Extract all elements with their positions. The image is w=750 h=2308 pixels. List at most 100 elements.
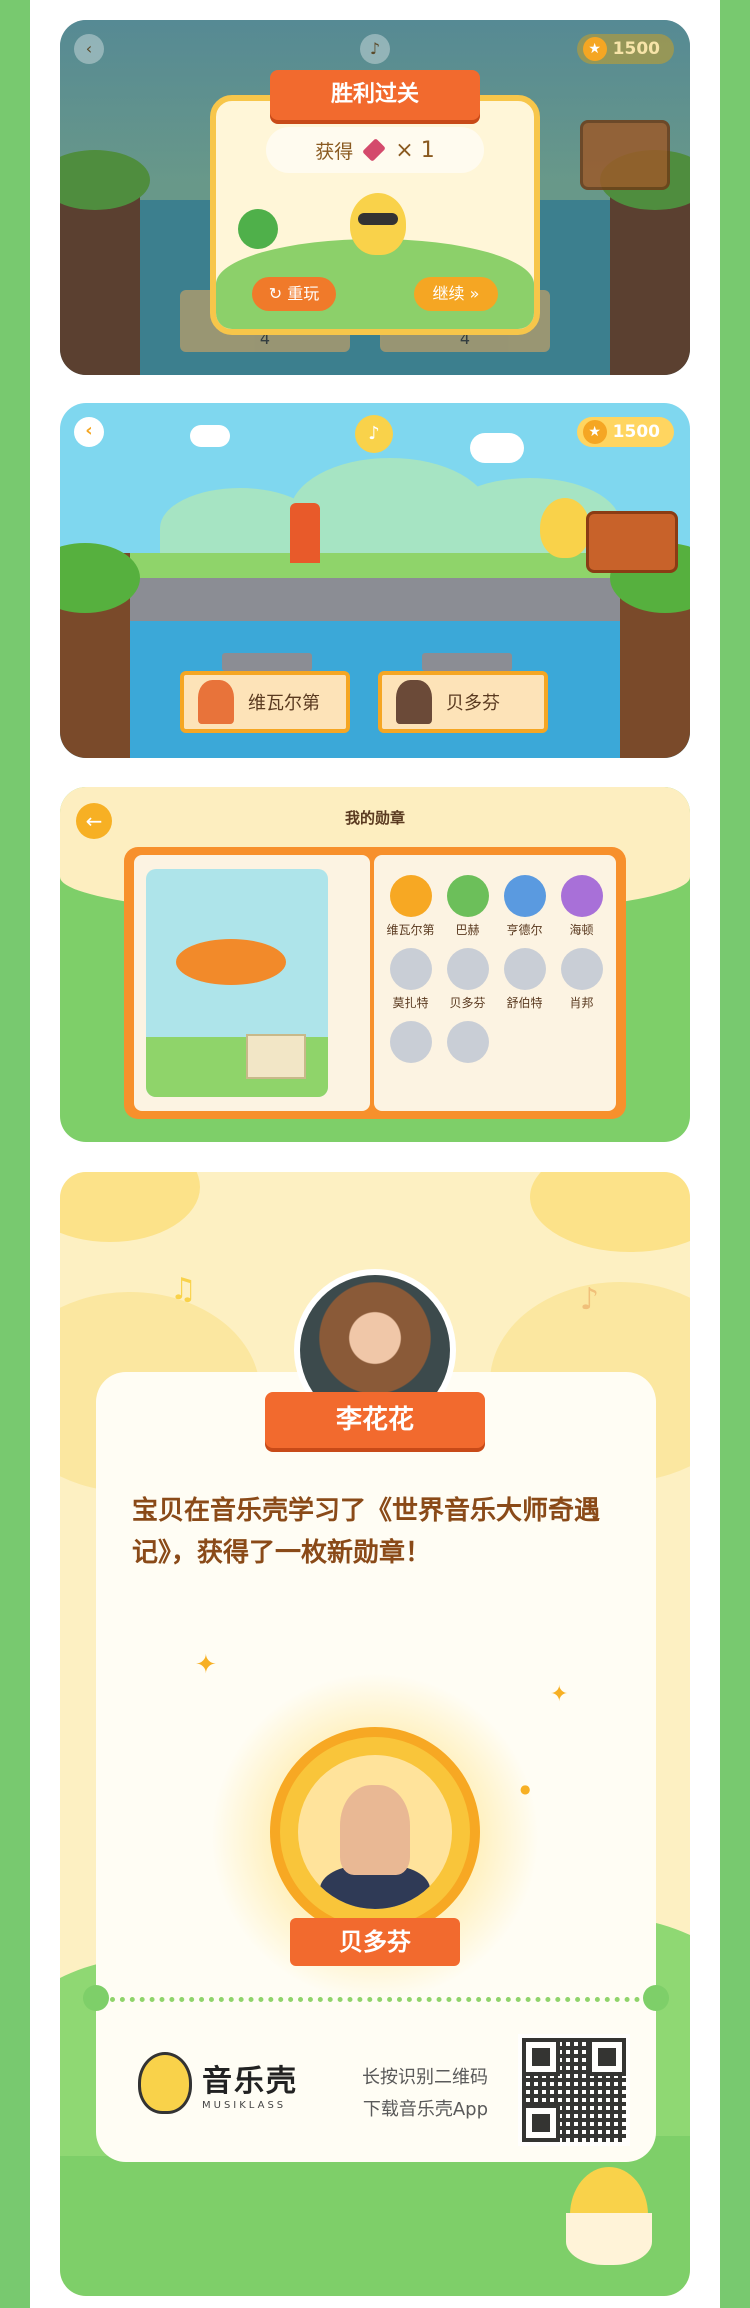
reward-count: × 1 <box>395 137 435 163</box>
share-poster-card: ♫ ♪ 李花花 宝贝在音乐壳学习了《世界音乐大师奇遇记》，获得了一枚新勋章！ ✦… <box>60 1172 690 2296</box>
locked-medal-icon <box>446 948 489 990</box>
chick-mascot-icon <box>566 2167 652 2265</box>
medal-label: 海顿 <box>569 923 594 937</box>
locked-medal-icon <box>389 1021 432 1063</box>
medal-item[interactable]: 海顿 <box>553 875 610 938</box>
chick-mascot-icon <box>540 498 590 558</box>
ticket-notch <box>83 1985 109 2011</box>
coin-counter: ★ 1500 <box>576 417 674 447</box>
medal-label: 亨德尔 <box>506 923 543 937</box>
river <box>60 621 690 758</box>
back-button[interactable]: ‹ <box>74 417 104 447</box>
share-page: 4 4 ‹ ♪ ★ 1500 获得 × 1 ↻ 重玩 继续 » 胜利过关 ‹ ♪… <box>0 0 750 2308</box>
book-page-left <box>134 855 370 1111</box>
medal-item[interactable] <box>382 1021 439 1067</box>
composer-medal-icon <box>503 875 546 917</box>
sunglasses-icon <box>358 213 398 225</box>
brand-text: 音乐壳 MUSIKLASS <box>202 2056 298 2111</box>
vivaldi-portrait-icon <box>198 680 234 724</box>
chick-logo-icon <box>138 2052 192 2114</box>
brand-logo: 音乐壳 MUSIKLASS <box>138 2052 298 2114</box>
share-message: 宝贝在音乐壳学习了《世界音乐大师奇遇记》，获得了一枚新勋章！ <box>132 1496 601 1568</box>
medal-grid: 维瓦尔第 巴赫 亨德尔 海顿莫扎特 贝多芬 舒伯特 肖邦 <box>382 875 612 1067</box>
coin-counter: ★ 1500 <box>576 34 674 64</box>
medal-book: 维瓦尔第 巴赫 亨德尔 海顿莫扎特 贝多芬 舒伯特 肖邦 <box>124 847 626 1119</box>
eggshell-icon <box>566 2213 652 2265</box>
stone-wall <box>60 578 690 623</box>
medals-screenshot-card: ← 我的勋章 维瓦尔第 巴赫 亨德尔 海顿 莫扎特 贝多芬 舒伯特 肖邦 <box>60 787 690 1142</box>
continue-button[interactable]: 继续 » <box>414 277 498 311</box>
replay-label: 重玩 <box>287 284 320 303</box>
book-page-right: 维瓦尔第 巴赫 亨德尔 海顿莫扎特 贝多芬 舒伯特 肖邦 <box>374 855 616 1111</box>
locked-medal-icon <box>389 948 432 990</box>
answer-option-beethoven[interactable]: 贝多芬 <box>378 671 548 733</box>
game-screenshot-card: ‹ ♪ ★ 1500 维瓦尔第 贝多芬 <box>60 403 690 758</box>
brand-name-en: MUSIKLASS <box>202 2099 287 2111</box>
treasure-chest-icon <box>586 511 678 573</box>
continue-label: 继续 » <box>432 284 480 303</box>
coin-value: 1500 <box>612 422 660 442</box>
star-icon: ★ <box>582 420 607 444</box>
medal-name-ribbon: 贝多芬 <box>290 1918 460 1966</box>
medal-item[interactable]: 莫扎特 <box>382 948 439 1011</box>
medal-label: 巴赫 <box>455 923 480 937</box>
sparkle-icon: ✦ <box>195 1650 217 1680</box>
locked-medal-icon <box>560 948 603 990</box>
scan-instructions: 长按识别二维码 下载音乐壳App <box>362 2062 488 2126</box>
answer-label: 维瓦尔第 <box>248 693 320 714</box>
medal-label: 舒伯特 <box>506 996 543 1010</box>
beethoven-portrait-icon <box>396 680 432 724</box>
answer-option-vivaldi[interactable]: 维瓦尔第 <box>180 671 350 733</box>
sound-icon[interactable]: ♪ <box>360 34 390 64</box>
reward-row: 获得 × 1 <box>266 127 484 173</box>
music-note-icon: ♫ <box>170 1272 197 1307</box>
windmill-icon <box>290 503 320 563</box>
qr-finder <box>522 2038 560 2076</box>
user-name-ribbon: 李花花 <box>265 1392 485 1448</box>
cloud <box>190 425 230 447</box>
qr-finder <box>522 2104 560 2142</box>
sound-button[interactable]: ♪ <box>355 415 393 453</box>
victory-ribbon: 胜利过关 <box>270 70 480 120</box>
cloud <box>60 1172 200 1242</box>
qr-finder <box>588 2038 626 2076</box>
music-note-icon: ♪ <box>580 1282 600 1317</box>
scan-line-2: 下载音乐壳App <box>362 2099 488 2120</box>
composer-medal-icon <box>446 875 489 917</box>
treasure-chest-icon <box>580 120 670 190</box>
medal-label: 肖邦 <box>569 996 594 1010</box>
medal-label: 维瓦尔第 <box>386 923 435 937</box>
beethoven-medal <box>270 1727 480 1937</box>
ticket-notch <box>643 1985 669 2011</box>
chick-mascot-icon <box>350 193 406 255</box>
medal-item[interactable]: 肖邦 <box>553 948 610 1011</box>
composer-medal-icon <box>560 875 603 917</box>
cloud <box>530 1172 690 1252</box>
victory-screenshot-card: 4 4 ‹ ♪ ★ 1500 获得 × 1 ↻ 重玩 继续 » 胜利过关 <box>60 20 690 375</box>
medal-item[interactable]: 维瓦尔第 <box>382 875 439 938</box>
sparkle-icon: ✦ <box>550 1682 569 1707</box>
medal-item[interactable]: 舒伯特 <box>496 948 553 1011</box>
back-icon[interactable]: ‹ <box>74 34 104 64</box>
sign-stand <box>222 653 312 671</box>
medal-item[interactable]: 亨德尔 <box>496 875 553 938</box>
reward-label: 获得 <box>315 140 354 163</box>
victory-popup: 获得 × 1 ↻ 重玩 继续 » <box>210 95 540 335</box>
beethoven-portrait-icon <box>340 1785 410 1875</box>
medal-item[interactable]: 巴赫 <box>439 875 496 938</box>
qr-code[interactable] <box>518 2034 630 2146</box>
cloud <box>470 433 524 463</box>
locked-medal-icon <box>503 948 546 990</box>
sparkle-icon: ● <box>520 1782 531 1796</box>
coin-value: 1500 <box>612 39 660 59</box>
composer-medal-icon <box>389 875 432 917</box>
locked-medal-icon <box>446 1021 489 1063</box>
ufo-icon <box>176 939 286 985</box>
gem-icon <box>362 138 387 162</box>
concert-hall-icon <box>246 1034 306 1079</box>
medal-label: 莫扎特 <box>392 996 429 1010</box>
scan-line-1: 长按识别二维码 <box>362 2067 488 2088</box>
medal-item[interactable] <box>439 1021 496 1067</box>
replay-button[interactable]: ↻ 重玩 <box>252 277 336 311</box>
medal-item[interactable]: 贝多芬 <box>439 948 496 1011</box>
